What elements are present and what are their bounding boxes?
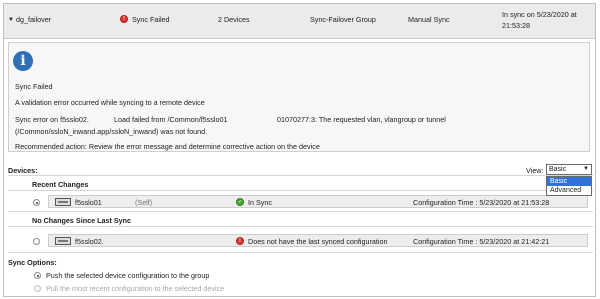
sync-option-pull-label[interactable]: Pull the most recent configuration to th… — [46, 284, 224, 293]
device-icon — [55, 237, 71, 245]
device-icon — [55, 198, 71, 206]
alert-error-device: Sync error on f5sslo02. — [15, 115, 89, 124]
device-status: ! Does not have the last synced configura… — [236, 237, 387, 246]
info-icon: i — [13, 51, 33, 71]
sync-options-label: Sync Options: — [8, 258, 57, 267]
alert-recommendation: Recommended action: Review the error mes… — [15, 142, 320, 151]
device-count: 2 Devices — [218, 15, 250, 24]
alert-error-source: Load failed from /Common/f5sslo01 — [114, 115, 228, 124]
view-select[interactable]: Basic ▼ — [546, 164, 592, 175]
device-row-f5sslo01[interactable]: f5sslo01 (Self) ✓ In Sync Configuration T… — [48, 195, 588, 208]
alert-title: Sync Failed — [15, 82, 53, 91]
device-self-tag: (Self) — [135, 198, 153, 207]
caret-down-icon[interactable]: ▼ — [8, 17, 14, 23]
chevron-down-icon: ▼ — [583, 166, 589, 172]
view-option-advanced[interactable]: Advanced — [547, 186, 591, 195]
device-config-time: Configuration Time : 5/23/2020 at 21:42:… — [413, 237, 550, 246]
sync-option-push-radio[interactable] — [34, 272, 41, 279]
divider — [8, 252, 593, 253]
divider — [8, 175, 593, 176]
error-status-icon: ! — [236, 237, 244, 245]
recent-changes-label: Recent Changes — [32, 180, 89, 189]
group-type: Sync-Failover Group — [310, 15, 376, 24]
alert-error-detail: (/Common/ssloN_inwand.app/ssloN_inwand) … — [15, 127, 208, 136]
in-sync-timestamp: In sync on 5/23/2020 at 21:53:28 — [502, 10, 577, 30]
view-option-basic[interactable]: Basic — [547, 177, 591, 186]
device-name: f5sslo01 — [75, 198, 102, 207]
divider — [8, 211, 593, 212]
device-radio-f5sslo02[interactable] — [33, 238, 40, 245]
sync-type: Manual Sync — [408, 15, 450, 24]
device-group-header[interactable]: ▼ dg_failover ! Sync Failed 2 Devices Sync… — [4, 4, 595, 39]
no-changes-label: No Changes Since Last Sync — [32, 216, 132, 225]
sync-option-push-label[interactable]: Push the selected device configuration t… — [46, 271, 209, 280]
device-config-time: Configuration Time : 5/23/2020 at 21:53:… — [413, 198, 550, 207]
group-name[interactable]: ▼ dg_failover — [8, 15, 51, 24]
device-group-panel: ▼ dg_failover ! Sync Failed 2 Devices Sync… — [3, 3, 596, 297]
view-label: View: — [526, 166, 544, 175]
device-name: f5sslo02. — [75, 237, 104, 246]
sync-status: ! Sync Failed — [120, 15, 170, 24]
divider — [8, 226, 593, 227]
check-status-icon: ✓ — [236, 198, 244, 206]
sync-option-pull-radio[interactable] — [34, 285, 41, 292]
view-dropdown-menu: Basic Advanced — [546, 176, 592, 196]
sync-failed-alert: i Sync Failed A validation error occurre… — [8, 42, 590, 152]
error-status-icon: ! — [120, 15, 128, 23]
devices-label: Devices: — [8, 166, 38, 175]
divider — [8, 190, 593, 191]
device-row-f5sslo02[interactable]: f5sslo02. ! Does not have the last synced… — [48, 234, 588, 247]
device-status: ✓ In Sync — [236, 198, 272, 207]
device-radio-f5sslo01[interactable] — [33, 199, 40, 206]
alert-message: A validation error occurred while syncin… — [15, 98, 205, 107]
alert-error-code: 01070277:3: The requested vlan, vlangrou… — [277, 115, 446, 124]
